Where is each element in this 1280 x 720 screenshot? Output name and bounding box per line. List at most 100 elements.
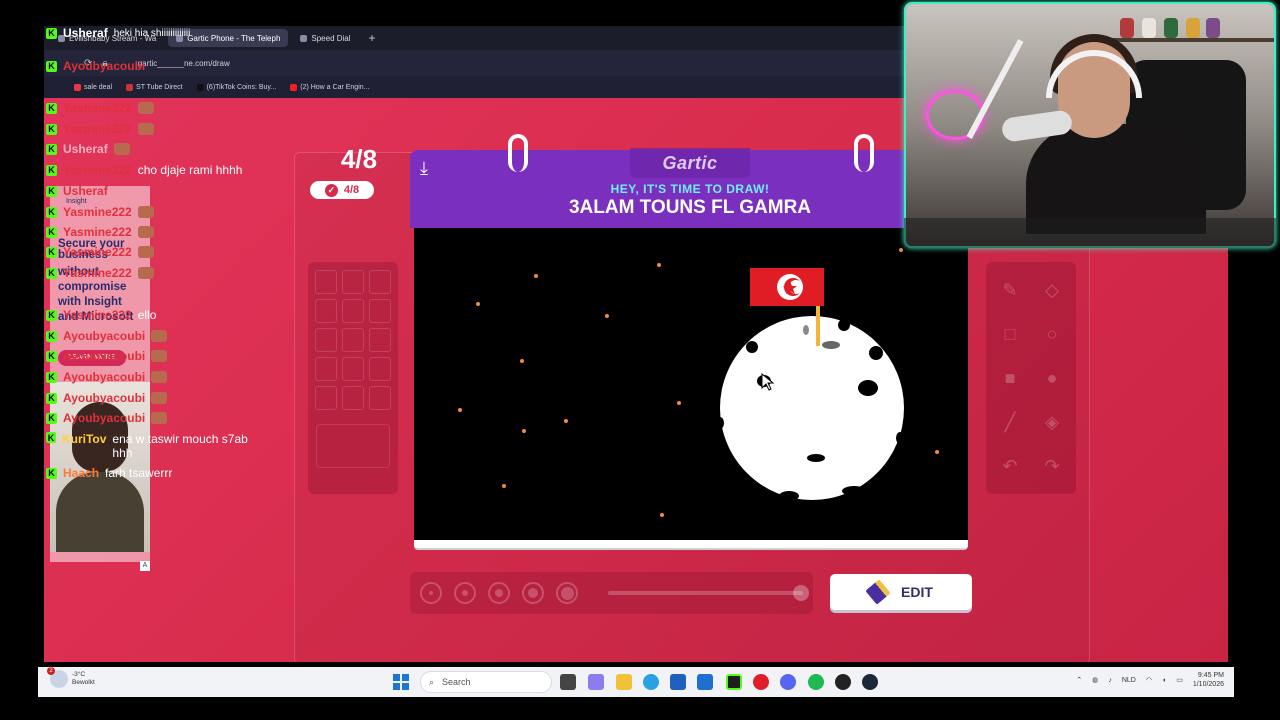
- chat-user: Ayoubyacoubi: [63, 349, 146, 363]
- edge-icon[interactable]: [643, 674, 659, 690]
- eraser-icon[interactable]: ◇: [1036, 274, 1068, 306]
- line-icon[interactable]: ╱: [994, 406, 1026, 438]
- pencil-icon[interactable]: ✎: [994, 274, 1026, 306]
- brush-size-1[interactable]: [420, 582, 442, 604]
- kick-icon: K: [46, 185, 57, 197]
- tab-speed-dial[interactable]: Speed Dial: [292, 29, 358, 47]
- chat-user: Yasmine222: [63, 245, 132, 259]
- chat-message: K Yasmine222: [46, 225, 154, 239]
- figurine: [1120, 18, 1134, 38]
- chat-message: K Yasmine222: [46, 205, 154, 219]
- clock-time: 9:45 PM: [1197, 672, 1224, 679]
- color-palette: [308, 262, 398, 494]
- neon-lips-sign: [926, 90, 984, 140]
- webcam-bar: [904, 218, 1276, 248]
- fill-bucket-icon[interactable]: ◈: [1036, 406, 1068, 438]
- brush-size-5[interactable]: [556, 582, 578, 604]
- color-swatch[interactable]: [369, 386, 391, 410]
- color-swatch[interactable]: [369, 328, 391, 352]
- chat-user: Usheraf: [63, 184, 108, 198]
- network-icon[interactable]: ◍: [1092, 676, 1098, 684]
- outlook-icon[interactable]: [697, 674, 713, 690]
- task-view-icon[interactable]: [560, 674, 576, 690]
- custom-color-button[interactable]: [316, 424, 390, 468]
- chat-message: K Usheraf: [46, 184, 108, 198]
- weather-temp: -3°C: [72, 671, 86, 678]
- color-swatch[interactable]: [315, 270, 337, 294]
- chat-message: K Ayoubyacoubi: [46, 370, 168, 384]
- prompt-text: 3ALAM TOUNS FL GAMRA: [568, 197, 812, 218]
- steam-icon[interactable]: [862, 674, 878, 690]
- battery-icon[interactable]: ▭: [1176, 676, 1183, 684]
- color-swatch[interactable]: [315, 328, 337, 352]
- chat-text: farh tsawerrr: [105, 466, 173, 480]
- kick-icon: K: [46, 412, 57, 424]
- color-swatch[interactable]: [369, 270, 391, 294]
- kick-icon: K: [46, 467, 57, 479]
- circle-icon[interactable]: ○: [1036, 318, 1068, 350]
- stream-chat: K Usheraf heki hia shiiiiiiiiiiiii K Ayouby…: [46, 22, 296, 492]
- download-icon[interactable]: ⤓: [420, 158, 428, 179]
- color-swatch[interactable]: [369, 357, 391, 381]
- new-tab-button[interactable]: +: [369, 31, 376, 45]
- sketchbook-header: Gartic ⤓ HEY, IT'S TIME TO DRAW! 3ALAM T…: [410, 134, 970, 228]
- chat-user: Usheraf: [63, 142, 108, 156]
- color-swatch[interactable]: [342, 299, 364, 323]
- file-explorer-icon[interactable]: [616, 674, 632, 690]
- brush-controls: [410, 572, 813, 614]
- chat-user: Yasmine222: [63, 101, 132, 115]
- filled-circle-icon[interactable]: ●: [1036, 362, 1068, 394]
- color-swatch[interactable]: [342, 386, 364, 410]
- discord-icon[interactable]: [780, 674, 796, 690]
- brush-size-4[interactable]: [522, 582, 544, 604]
- search-icon: ⌕: [429, 676, 435, 687]
- slider-handle[interactable]: [793, 585, 809, 601]
- microphone-icon[interactable]: ♪: [1108, 677, 1112, 684]
- edit-button[interactable]: EDIT: [830, 574, 972, 610]
- emote-icon: [137, 102, 154, 114]
- filled-square-icon[interactable]: ■: [994, 362, 1026, 394]
- drawing-canvas[interactable]: [414, 228, 968, 540]
- color-grid: [315, 270, 391, 410]
- square-icon[interactable]: □: [994, 318, 1026, 350]
- chat-text: cho djaje rami hhhh: [137, 163, 243, 177]
- chat-message: K Yasmine222: [46, 245, 154, 259]
- start-button[interactable]: [393, 674, 409, 690]
- binder-ring: [508, 134, 528, 172]
- chat-message: K Ayoubyacoubi: [46, 411, 168, 425]
- opera-icon[interactable]: [753, 674, 769, 690]
- taskbar-search[interactable]: ⌕ Search: [420, 671, 552, 693]
- color-swatch[interactable]: [315, 299, 337, 323]
- color-swatch[interactable]: [342, 270, 364, 294]
- volume-icon[interactable]: ◖: [1162, 677, 1166, 684]
- chat-message: K Yasmine222: [46, 101, 154, 115]
- chat-user: Ayoubyacoubi: [63, 59, 146, 73]
- bookmark-item[interactable]: (2) How a Car Engin...: [290, 83, 370, 91]
- weather-widget[interactable]: 2 -3°C Bewolkt: [47, 667, 95, 688]
- chat-user: Yasmine222: [63, 308, 132, 322]
- brush-size-3[interactable]: [488, 582, 510, 604]
- bookmark-label: (2) How a Car Engin...: [300, 83, 370, 91]
- color-swatch[interactable]: [342, 357, 364, 381]
- wifi-icon[interactable]: ◠: [1146, 676, 1152, 684]
- color-swatch[interactable]: [342, 328, 364, 352]
- kick-app-icon[interactable]: [726, 674, 742, 690]
- color-swatch[interactable]: [315, 386, 337, 410]
- opacity-slider[interactable]: [608, 585, 809, 601]
- spotify-icon[interactable]: [808, 674, 824, 690]
- undo-icon[interactable]: ↶: [994, 450, 1026, 482]
- obs-icon[interactable]: [835, 674, 851, 690]
- store-icon[interactable]: [670, 674, 686, 690]
- ad-choices-icon[interactable]: A: [140, 561, 150, 571]
- windows-taskbar: 2 -3°C Bewolkt ⌕ Search ⌃ ◍ ♪ NLD ◠ ◖ ▭ 9: [38, 667, 1234, 697]
- language-indicator[interactable]: NLD: [1122, 677, 1136, 684]
- brush-size-2[interactable]: [454, 582, 476, 604]
- copilot-icon[interactable]: [588, 674, 604, 690]
- kick-icon: K: [46, 392, 57, 404]
- redo-icon[interactable]: ↷: [1036, 450, 1068, 482]
- color-swatch[interactable]: [369, 299, 391, 323]
- chevron-up-icon[interactable]: ⌃: [1076, 676, 1082, 684]
- clock[interactable]: 9:45 PM 1/10/2026: [1193, 671, 1224, 689]
- color-swatch[interactable]: [315, 357, 337, 381]
- sketchbook: Gartic ⤓ HEY, IT'S TIME TO DRAW! 3ALAM T…: [410, 134, 970, 550]
